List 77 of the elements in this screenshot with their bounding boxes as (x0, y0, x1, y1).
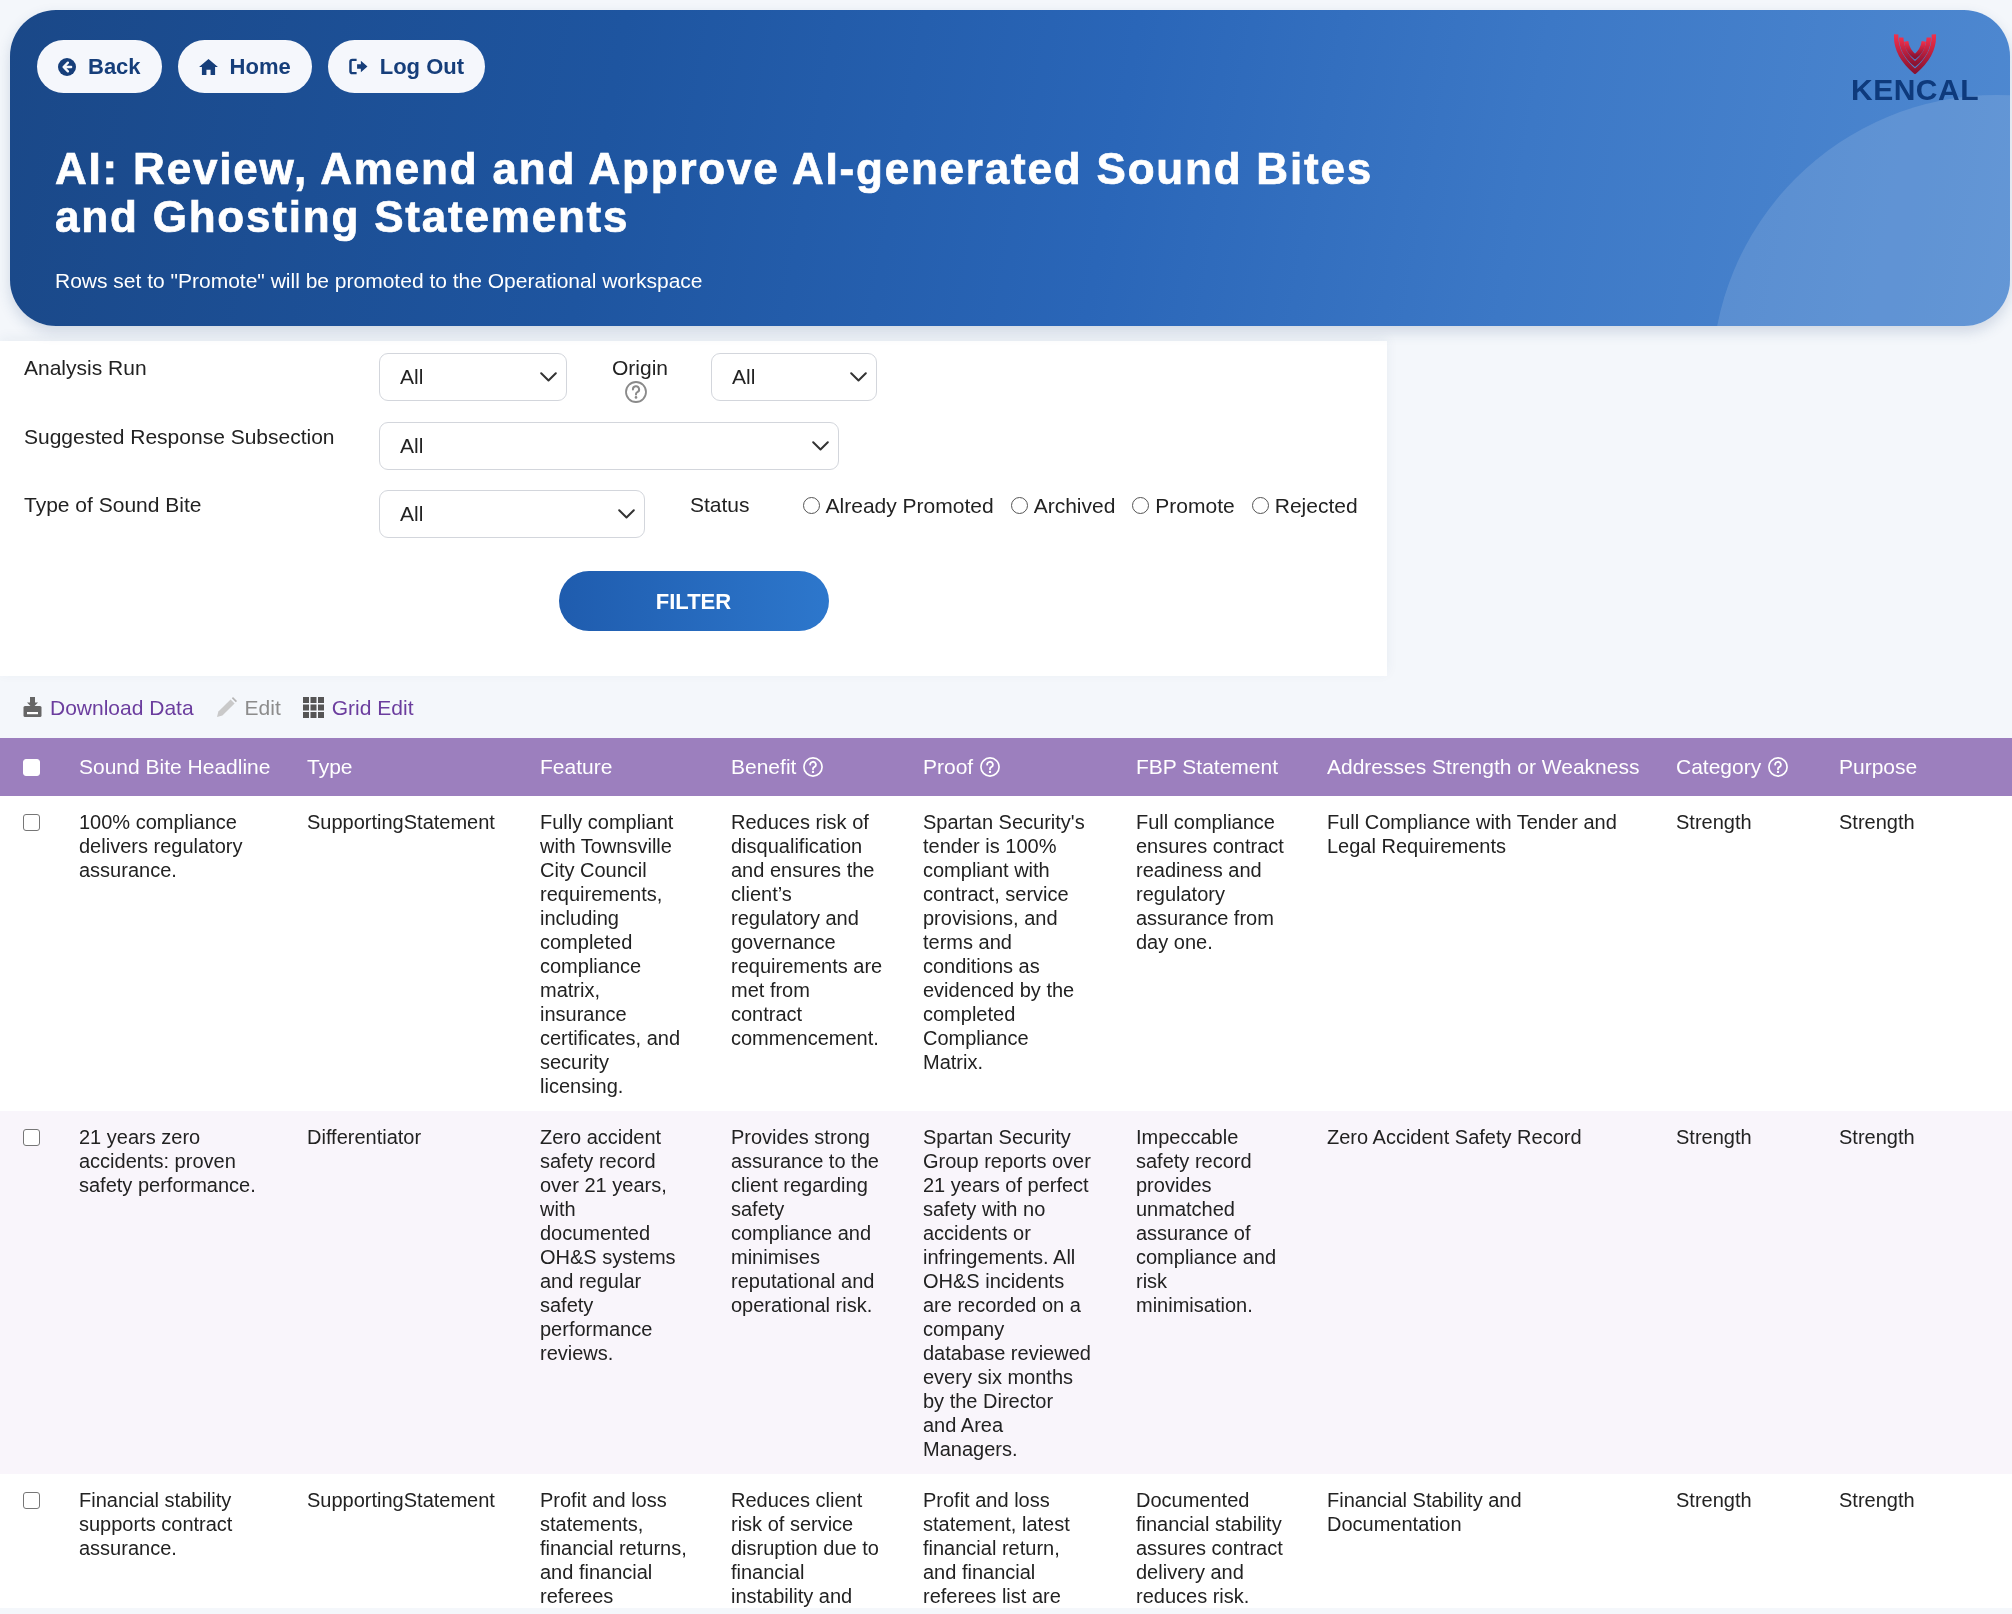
exit-arrow-icon (348, 58, 368, 75)
row-checkbox[interactable] (23, 813, 40, 831)
logo-wordmark: KENCAL (1851, 78, 1979, 102)
column-header: Addresses Strength or Weakness (1327, 754, 1640, 778)
radio-button[interactable] (802, 497, 820, 514)
column-header: FBP Statement (1136, 754, 1279, 778)
table-cell: 21 years zero accidents: proven safety performance. (79, 1111, 307, 1474)
radio-button[interactable] (1251, 497, 1269, 514)
left-arrow-circle-icon (58, 57, 76, 76)
table-cell: SupportingStatement (307, 796, 540, 1111)
download-icon (23, 697, 42, 717)
table-cell: Financial Stability and Documentation (1327, 1474, 1676, 1608)
status-radio-option[interactable]: Archived (1010, 493, 1116, 518)
subsection-select[interactable]: All (379, 422, 839, 470)
table-cell: Full compliance ensures contract readiness and regulatory assurance from day one. (1136, 796, 1327, 1111)
field-label: Analysis Run (24, 355, 147, 380)
chevron-down-icon (812, 441, 829, 451)
table-cell: Zero accident safety record over 21 years, with documented OH&S systems and regular safety performance reviews. (540, 1111, 731, 1474)
table-cell: Financial stability supports contract assurance. (79, 1474, 307, 1608)
log-out-button[interactable]: Log Out (327, 40, 486, 93)
status-radio-option[interactable]: Rejected (1251, 493, 1358, 518)
row-checkbox[interactable] (23, 1491, 40, 1509)
table-cell: 100% compliance delivers regulatory assurance. (79, 796, 307, 1111)
radio-button[interactable] (1132, 497, 1150, 514)
back-button[interactable]: Back (37, 40, 162, 93)
table-cell: Full Compliance with Tender and Legal Requirements (1327, 796, 1676, 1111)
select-all-checkbox[interactable] (23, 759, 40, 777)
grid-icon (302, 696, 324, 718)
house-icon (198, 58, 218, 75)
table-cell: Strength (1839, 1474, 2012, 1608)
table-cell: Fully compliant with Townsville City Council requirements, including completed compliance matrix, insurance certificates, and security licensing. (540, 796, 731, 1111)
table-cell: Spartan Security's tender is 100% compliant with contract, service provisions, and terms and conditions as evidenced by the completed Compliance Matrix. (923, 796, 1136, 1111)
status-radio-option[interactable]: Promote (1132, 493, 1235, 518)
column-header: Category (1676, 754, 1762, 778)
status-radio-option[interactable]: Already Promoted (802, 493, 994, 518)
field-label: Origin (612, 355, 669, 380)
column-header: Benefit (731, 754, 797, 778)
table-cell: Reduces client risk of service disruption due to financial instability and (731, 1474, 923, 1608)
chevron-emblem-icon (1892, 32, 1938, 74)
page-title: AI: Review, Amend and Approve AI-generated Sound Bites and Ghosting Statements (55, 145, 1374, 241)
page-subtitle: Rows set to "Promote" will be promoted to the Operational workspace (55, 268, 703, 293)
table-cell: Differentiator (307, 1111, 540, 1474)
download-link[interactable]: Download Data (23, 694, 194, 720)
table-cell: Strength (1839, 1111, 2012, 1474)
analysis-run-select[interactable]: All (379, 353, 567, 401)
sound-bite-type-select[interactable]: All (379, 490, 645, 538)
grid-edit-link[interactable]: Grid Edit (302, 694, 414, 720)
column-header: Type (307, 754, 353, 778)
table-cell: Strength (1676, 1111, 1839, 1474)
table-cell: Profit and loss statement, latest financial return, and financial referees list are (923, 1474, 1136, 1608)
table-cell: Strength (1676, 796, 1839, 1111)
field-label: Type of Sound Bite (24, 492, 202, 517)
column-header: Sound Bite Headline (79, 754, 271, 778)
field-label: Suggested Response Subsection (24, 424, 335, 449)
radio-button[interactable] (1010, 497, 1028, 514)
filter-button[interactable]: FILTER (558, 571, 829, 631)
table-cell: Profit and loss statements, financial returns, and financial referees (540, 1474, 731, 1608)
table-cell: Documented financial stability assures contract delivery and reduces risk. (1136, 1474, 1327, 1608)
chevron-down-icon (618, 509, 635, 519)
table-cell: SupportingStatement (307, 1474, 540, 1608)
pencil-icon (215, 696, 237, 718)
column-header: Purpose (1839, 754, 1918, 778)
table-cell: Reduces risk of disqualification and ensures the client’s regulatory and governance requirements are met from contract commencement. (731, 796, 923, 1111)
chevron-down-icon (850, 372, 868, 382)
table-cell: Strength (1676, 1474, 1839, 1608)
table-cell: Strength (1839, 796, 2012, 1111)
chevron-down-icon (540, 372, 557, 382)
origin-select[interactable]: All (711, 353, 878, 401)
table-cell: Spartan Security Group reports over 21 years of perfect safety with no accidents or infringements. All OH&S incidents are recorded on a company database reviewed every six months by the Director and Area Managers. (923, 1111, 1136, 1474)
field-label: Status (690, 492, 750, 517)
table-cell: Zero Accident Safety Record (1327, 1111, 1676, 1474)
column-header: Proof (923, 754, 974, 778)
table-cell: Impeccable safety record provides unmatched assurance of compliance and risk minimisation. (1136, 1111, 1327, 1474)
table-cell: Provides strong assurance to the client regarding safety compliance and minimises reputational and operational risk. (731, 1111, 923, 1474)
row-checkbox[interactable] (23, 1128, 40, 1146)
home-button[interactable]: Home (177, 40, 312, 93)
column-header: Feature (540, 754, 613, 778)
